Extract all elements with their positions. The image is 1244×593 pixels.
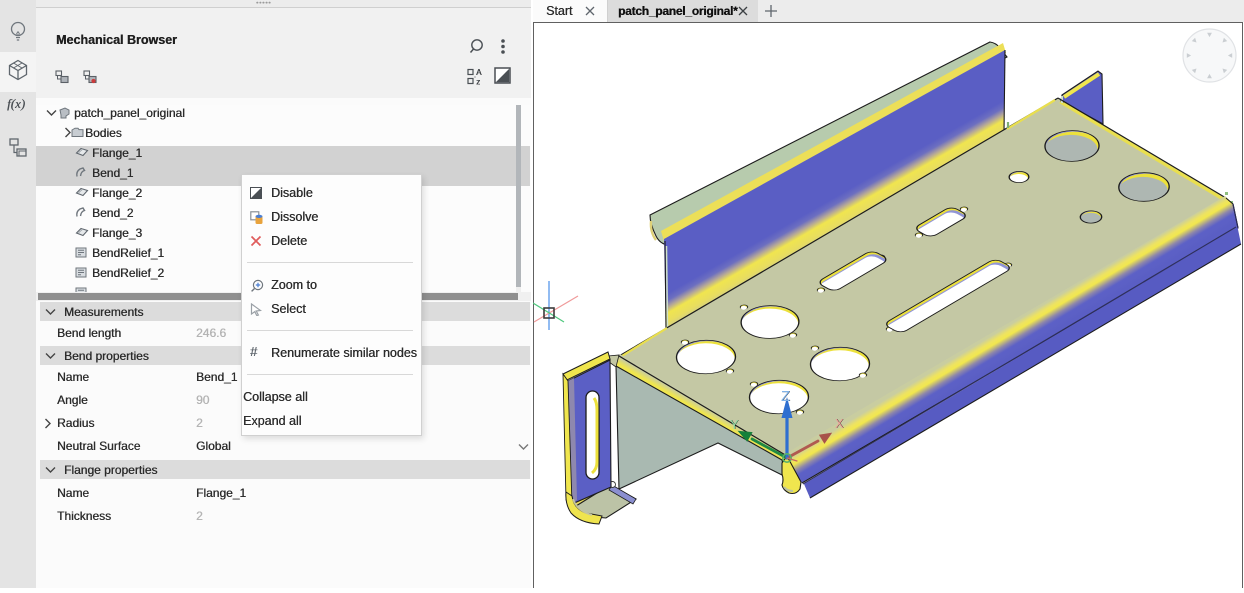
svg-text:Z: Z bbox=[781, 388, 790, 405]
svg-text:z: z bbox=[476, 78, 480, 86]
svg-text:Y: Y bbox=[730, 417, 739, 432]
svg-text:A: A bbox=[476, 68, 482, 77]
svg-text:X: X bbox=[835, 416, 844, 431]
